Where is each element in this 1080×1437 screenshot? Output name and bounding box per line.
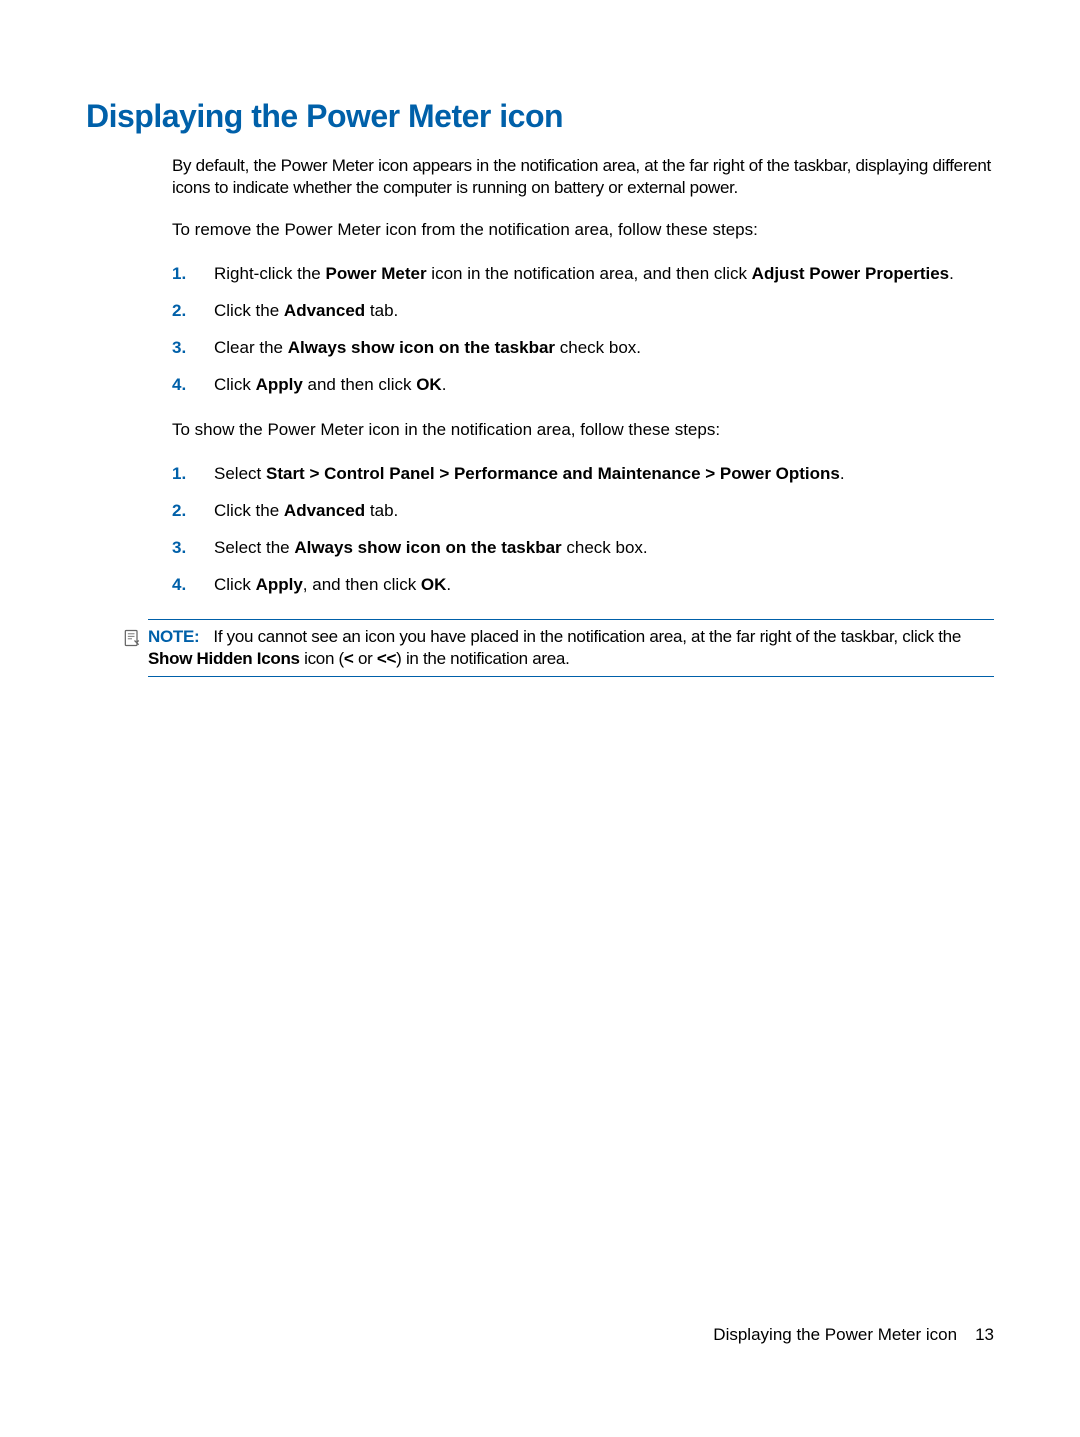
page-heading: Displaying the Power Meter icon <box>86 98 994 135</box>
note-text: NOTE:If you cannot see an icon you have … <box>148 626 994 670</box>
page-footer: Displaying the Power Meter icon 13 <box>713 1325 994 1345</box>
list-item: Click the Advanced tab. <box>172 500 994 523</box>
list-item: Select the Always show icon on the taskb… <box>172 537 994 560</box>
remove-steps-list: Right-click the Power Meter icon in the … <box>172 263 994 397</box>
intro-paragraph: By default, the Power Meter icon appears… <box>172 155 994 199</box>
remove-lead: To remove the Power Meter icon from the … <box>172 219 994 241</box>
list-item: Click Apply, and then click OK. <box>172 574 994 597</box>
footer-page-number: 13 <box>975 1325 994 1345</box>
note-box: NOTE:If you cannot see an icon you have … <box>148 619 994 677</box>
list-item: Click the Advanced tab. <box>172 300 994 323</box>
note-icon <box>122 628 148 653</box>
list-item: Right-click the Power Meter icon in the … <box>172 263 994 286</box>
note-label: NOTE: <box>148 627 199 646</box>
show-lead: To show the Power Meter icon in the noti… <box>172 419 994 441</box>
list-item: Clear the Always show icon on the taskba… <box>172 337 994 360</box>
list-item: Select Start > Control Panel > Performan… <box>172 463 994 486</box>
list-item: Click Apply and then click OK. <box>172 374 994 397</box>
footer-section-title: Displaying the Power Meter icon <box>713 1325 957 1345</box>
show-steps-list: Select Start > Control Panel > Performan… <box>172 463 994 597</box>
